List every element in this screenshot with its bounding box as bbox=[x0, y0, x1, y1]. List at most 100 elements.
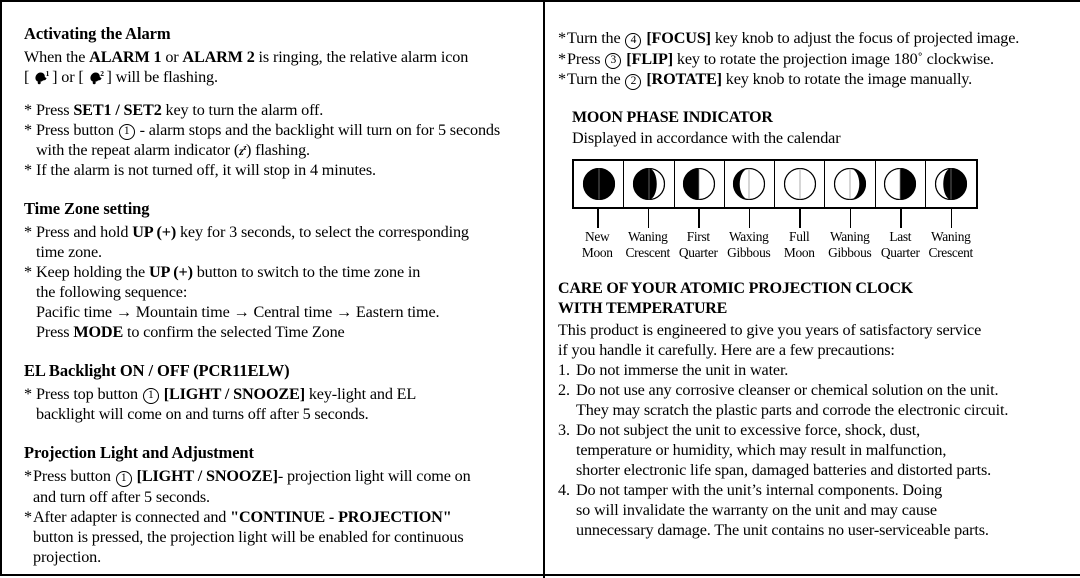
bullet-pre: Press button bbox=[33, 467, 115, 486]
item-line2: temperature or humidity, which may resul… bbox=[576, 440, 947, 459]
set-keys-label: SET1 / SET2 bbox=[73, 100, 162, 119]
moon-phase-label-line2: Crescent bbox=[928, 245, 974, 261]
moon-phase-labels: New Moon Waning Crescent First Quarter Waxing G… bbox=[572, 229, 978, 261]
moon-phase-cell bbox=[675, 161, 725, 208]
circled-1-icon: 1 bbox=[118, 124, 135, 141]
circled-2-icon: 2 bbox=[625, 73, 642, 90]
moon-phase-cell bbox=[574, 161, 625, 208]
moon-phase-label-line1: New bbox=[585, 229, 610, 245]
up-key-label: UP (+) bbox=[132, 223, 177, 242]
moon-waxing-gibbous-icon bbox=[733, 168, 766, 201]
moon-phase-label: Waning Crescent bbox=[623, 229, 674, 261]
bullet-cont: and turn off after 5 seconds. bbox=[33, 487, 210, 506]
item-number: 1. bbox=[558, 360, 570, 379]
moon-phase-label-line2: Moon bbox=[783, 245, 815, 261]
bullet-text: Keep holding the UP (+) button to switch… bbox=[36, 262, 534, 342]
bullet-marker: * bbox=[24, 161, 32, 180]
moon-first-quarter-icon bbox=[683, 168, 716, 201]
moon-full-icon bbox=[783, 168, 816, 201]
moon-leader-line bbox=[698, 209, 700, 229]
moon-phase-cell bbox=[825, 161, 876, 208]
moon-last-quarter-icon bbox=[884, 168, 917, 201]
bullet-pre: Press button bbox=[36, 120, 118, 139]
bullet-pre: Press bbox=[36, 100, 74, 119]
moon-phase-cell bbox=[775, 161, 826, 208]
moon-phase-label: Last Quarter bbox=[875, 229, 926, 261]
moon-phase-label-line2: Quarter bbox=[678, 245, 718, 261]
bullet-text: Press 3 [FLIP] key to rotate the project… bbox=[567, 49, 1074, 69]
bullet-post: - alarm stops and the backlight will tur… bbox=[135, 120, 501, 139]
item-line2: so will invalidate the warranty on the u… bbox=[576, 500, 937, 519]
light-snooze-label: [LIGHT / SNOOZE] bbox=[159, 384, 305, 403]
moon-phase-label: New Moon bbox=[572, 229, 623, 261]
bullet-text: If the alarm is not turned off, it will … bbox=[36, 161, 376, 180]
bracket-close-2: ] will be flashing. bbox=[106, 67, 218, 86]
moon-phase-label-line2: Gibbous bbox=[727, 245, 771, 261]
svg-text:2: 2 bbox=[100, 70, 104, 78]
moon-leader-line bbox=[950, 209, 953, 229]
bullet-marker: * bbox=[24, 384, 32, 403]
up-key-label: UP (+) bbox=[148, 263, 193, 282]
alarm1-label: ALARM 1 bbox=[89, 47, 162, 66]
column-divider bbox=[543, 2, 545, 578]
moon-phase-label-line1: Waxing bbox=[728, 229, 769, 245]
item-text: Do not use any corrosive cleanser or che… bbox=[576, 380, 1074, 420]
moon-phase-label-line1: Waning bbox=[627, 229, 668, 245]
circled-3-icon: 3 bbox=[605, 53, 622, 69]
bullet-pre: Press bbox=[567, 49, 605, 68]
mode-pre: Press bbox=[36, 323, 74, 342]
bullet-text: Turn the 2 [ROTATE] key knob to rotate t… bbox=[567, 69, 1074, 90]
bullet-rotate-knob: * Turn the 2 [ROTATE] key knob to rotate… bbox=[558, 69, 1074, 90]
item-line3: unnecessary damage. The unit contains no… bbox=[576, 520, 989, 539]
continue-projection-label: "CONTINUE - PROJECTION" bbox=[230, 507, 452, 526]
moon-phase-cell bbox=[876, 161, 926, 208]
bullet-marker: * bbox=[24, 100, 32, 119]
bullet-post: key knob to rotate the image manually. bbox=[721, 70, 973, 88]
item-number: 4. bbox=[558, 480, 570, 499]
alarm-intro-pre: When the bbox=[24, 47, 90, 66]
moon-leader-line bbox=[647, 209, 650, 229]
alarm-bell-2-icon: 2 bbox=[89, 69, 106, 85]
bullet-cont: time zone. bbox=[36, 243, 102, 262]
flip-key-label: [FLIP] bbox=[622, 49, 673, 68]
bullet-pre: Turn the bbox=[567, 70, 625, 88]
moon-phase-label: Waning Gibbous bbox=[825, 229, 876, 261]
circled-1-icon: 1 bbox=[142, 388, 159, 405]
moon-waning-gibbous-icon bbox=[833, 168, 866, 201]
moon-phase-cell bbox=[725, 161, 775, 208]
light-snooze-label: [LIGHT / SNOOZE] bbox=[132, 467, 278, 486]
heading-moon-phase-indicator: MOON PHASE INDICATOR bbox=[572, 108, 773, 126]
svg-text:1: 1 bbox=[46, 70, 50, 78]
care-item-2: 2. Do not use any corrosive cleanser or … bbox=[558, 380, 1074, 420]
bullet-cont: backlight will come on and turns off aft… bbox=[36, 405, 369, 424]
rotate-key-label: [ROTATE] bbox=[642, 70, 722, 88]
moon-phase-label-line1: Waning bbox=[829, 229, 870, 245]
moon-waning-crescent2-icon bbox=[934, 168, 967, 201]
bracket-mid-1: ] or [ bbox=[52, 67, 84, 86]
moon-phase-cell bbox=[926, 161, 976, 207]
moon-leader-line bbox=[900, 209, 902, 229]
bullet-pre: Press and hold bbox=[36, 223, 133, 242]
heading-time-zone-setting: Time Zone setting bbox=[24, 199, 150, 219]
alarm-intro-mid: or bbox=[161, 47, 183, 66]
bullet-flip-key: * Press 3 [FLIP] key to rotate the proje… bbox=[558, 49, 1074, 69]
bullet-marker: * bbox=[558, 70, 566, 88]
moon-leader-line bbox=[799, 209, 801, 229]
bullet-cont: button is pressed, the projection light … bbox=[33, 527, 464, 546]
bullet-set1-set2: * Press SET1 / SET2 key to turn the alar… bbox=[24, 100, 534, 120]
item-line3: shorter electronic life span, damaged ba… bbox=[576, 460, 992, 479]
moon-phase-label: Waning Crescent bbox=[926, 229, 977, 261]
moon-leader-lines bbox=[572, 209, 978, 229]
moon-phase-block: MOON PHASE INDICATOR Displayed in accord… bbox=[558, 109, 1074, 262]
heading-care-line2: WITH TEMPERATURE bbox=[558, 299, 728, 317]
bracket-open-1: [ bbox=[24, 67, 30, 86]
bullet-continue-projection: * After adapter is connected and "CONTIN… bbox=[24, 507, 534, 567]
bullet-post: key-light and EL bbox=[304, 384, 417, 403]
item-line1: Do not subject the unit to excessive for… bbox=[576, 420, 921, 439]
bullet-text: Press button 1 [LIGHT / SNOOZE]- project… bbox=[33, 466, 534, 507]
bullet-pre: Turn the bbox=[567, 29, 625, 47]
